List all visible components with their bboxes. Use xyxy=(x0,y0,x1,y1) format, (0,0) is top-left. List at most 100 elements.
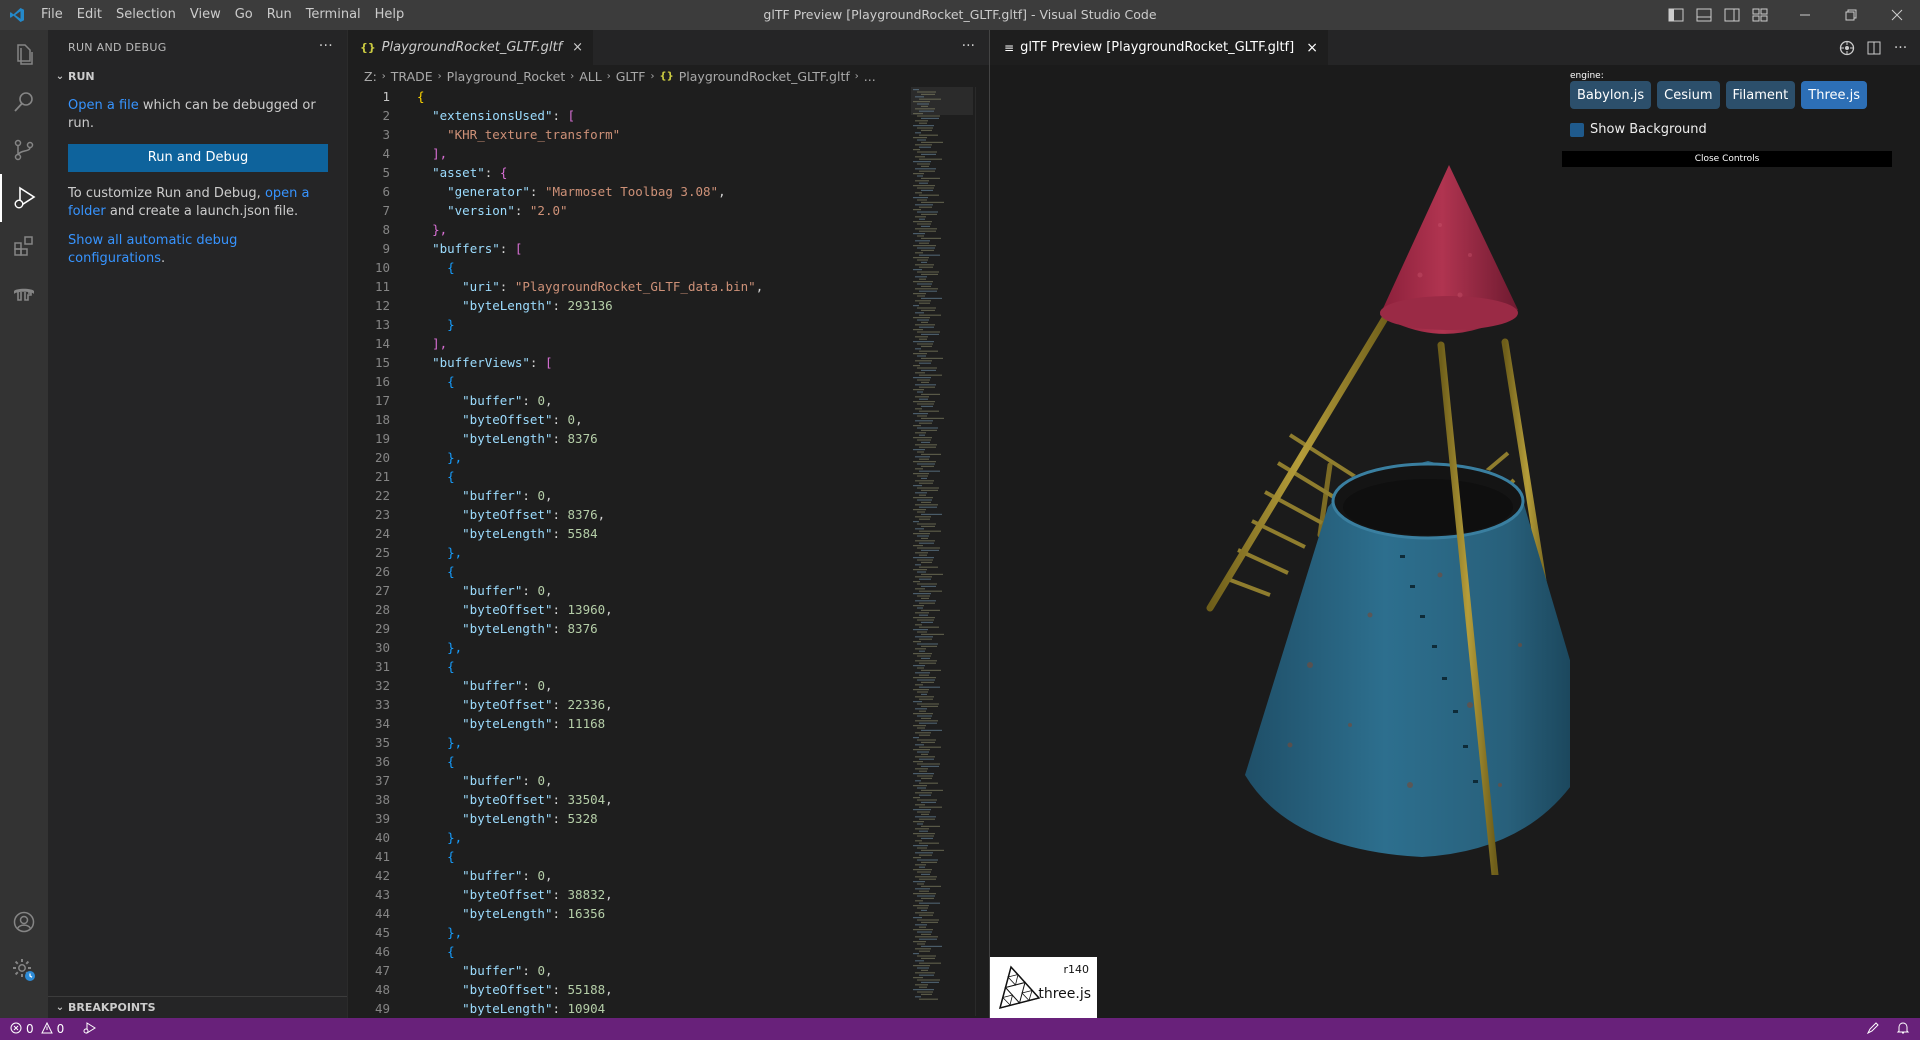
code-line[interactable]: 17 "buffer": 0, xyxy=(348,391,908,410)
code-line[interactable]: 12 "byteLength": 293136 xyxy=(348,296,908,315)
editor-more-icon[interactable]: ··· xyxy=(962,38,975,54)
code-line[interactable]: 18 "byteOffset": 0, xyxy=(348,410,908,429)
code-line[interactable]: 6 "generator": "Marmoset Toolbag 3.08", xyxy=(348,182,908,201)
debug-launch-icon[interactable] xyxy=(82,1021,97,1037)
run-section-header[interactable]: ⌄ RUN xyxy=(48,65,347,87)
minimap[interactable] xyxy=(911,87,981,1016)
code-editor[interactable]: 1{2 "extensionsUsed": [3 "KHR_texture_tr… xyxy=(348,87,908,1016)
code-line[interactable]: 14 ], xyxy=(348,334,908,353)
code-line[interactable]: 26 { xyxy=(348,562,908,581)
explorer-icon[interactable] xyxy=(0,30,48,78)
breadcrumb-item[interactable]: ALL xyxy=(579,69,601,84)
toggle-primary-sidebar-icon[interactable] xyxy=(1662,0,1690,30)
code-line[interactable]: 20 }, xyxy=(348,448,908,467)
code-line[interactable]: 38 "byteOffset": 33504, xyxy=(348,790,908,809)
code-line[interactable]: 15 "bufferViews": [ xyxy=(348,353,908,372)
code-line[interactable]: 44 "byteLength": 16356 xyxy=(348,904,908,923)
code-line[interactable]: 23 "byteOffset": 8376, xyxy=(348,505,908,524)
code-line[interactable]: 28 "byteOffset": 13960, xyxy=(348,600,908,619)
toggle-secondary-sidebar-icon[interactable] xyxy=(1718,0,1746,30)
source-control-icon[interactable] xyxy=(0,126,48,174)
problems-status[interactable]: 0 0 xyxy=(0,1021,97,1037)
code-line[interactable]: 36 { xyxy=(348,752,908,771)
menu-help[interactable]: Help xyxy=(368,0,412,30)
code-line[interactable]: 47 "buffer": 0, xyxy=(348,961,908,980)
breadcrumb-item[interactable]: Playground_Rocket xyxy=(447,69,566,84)
code-line[interactable]: 32 "buffer": 0, xyxy=(348,676,908,695)
show-background-toggle[interactable]: Show Background xyxy=(1570,122,1707,137)
code-line[interactable]: 4 ], xyxy=(348,144,908,163)
menu-run[interactable]: Run xyxy=(260,0,299,30)
menu-edit[interactable]: Edit xyxy=(70,0,109,30)
code-line[interactable]: 48 "byteOffset": 55188, xyxy=(348,980,908,999)
code-line[interactable]: 21 { xyxy=(348,467,908,486)
code-line[interactable]: 22 "buffer": 0, xyxy=(348,486,908,505)
code-line[interactable]: 31 { xyxy=(348,657,908,676)
editor-scrollbar[interactable] xyxy=(975,87,989,1016)
accounts-icon[interactable] xyxy=(0,898,48,946)
code-line[interactable]: 43 "byteOffset": 38832, xyxy=(348,885,908,904)
split-editor-icon[interactable] xyxy=(1860,40,1887,56)
tf-extension-icon[interactable] xyxy=(0,270,48,318)
code-line[interactable]: 13 } xyxy=(348,315,908,334)
search-icon[interactable] xyxy=(0,78,48,126)
menu-selection[interactable]: Selection xyxy=(109,0,183,30)
menu-terminal[interactable]: Terminal xyxy=(299,0,368,30)
breadcrumb-item[interactable]: ... xyxy=(864,69,876,84)
tab-gltf-preview[interactable]: ≡ glTF Preview [PlaygroundRocket_GLTF.gl… xyxy=(990,30,1328,65)
manage-gear-icon[interactable] xyxy=(0,946,48,994)
code-line[interactable]: 45 }, xyxy=(348,923,908,942)
minimize-icon[interactable] xyxy=(1782,0,1828,30)
run-and-debug-icon[interactable] xyxy=(0,174,48,222)
menu-go[interactable]: Go xyxy=(228,0,260,30)
code-line[interactable]: 25 }, xyxy=(348,543,908,562)
engine-filament-button[interactable]: Filament xyxy=(1725,81,1796,109)
tab-gltf-file[interactable]: {} PlaygroundRocket_GLTF.gltf × xyxy=(348,30,594,65)
code-line[interactable]: 30 }, xyxy=(348,638,908,657)
sidebar-more-icon[interactable]: ··· xyxy=(319,38,333,54)
breadcrumb-item[interactable]: PlaygroundRocket_GLTF.gltf xyxy=(679,69,850,84)
code-line[interactable]: 16 { xyxy=(348,372,908,391)
code-line[interactable]: 8 }, xyxy=(348,220,908,239)
3d-viewport[interactable]: engine: Babylon.js Cesium Filament Three… xyxy=(990,65,1920,1018)
breadcrumb-item[interactable]: Z: xyxy=(364,69,377,84)
preview-more-icon[interactable]: ··· xyxy=(1887,40,1914,56)
code-line[interactable]: 46 { xyxy=(348,942,908,961)
customize-layout-icon[interactable] xyxy=(1746,0,1774,30)
code-line[interactable]: 39 "byteLength": 5328 xyxy=(348,809,908,828)
code-line[interactable]: 49 "byteLength": 10904 xyxy=(348,999,908,1016)
code-line[interactable]: 19 "byteLength": 8376 xyxy=(348,429,908,448)
code-line[interactable]: 33 "byteOffset": 22336, xyxy=(348,695,908,714)
gltf-inspect-icon[interactable] xyxy=(1833,40,1860,56)
restore-icon[interactable] xyxy=(1828,0,1874,30)
code-line[interactable]: 27 "buffer": 0, xyxy=(348,581,908,600)
menu-file[interactable]: File xyxy=(34,0,70,30)
engine-threejs-button[interactable]: Three.js xyxy=(1801,81,1868,109)
code-line[interactable]: 35 }, xyxy=(348,733,908,752)
menu-view[interactable]: View xyxy=(183,0,228,30)
code-line[interactable]: 40 }, xyxy=(348,828,908,847)
code-line[interactable]: 10 { xyxy=(348,258,908,277)
engine-cesium-button[interactable]: Cesium xyxy=(1657,81,1720,109)
open-file-link[interactable]: Open a file xyxy=(68,98,139,113)
code-line[interactable]: 42 "buffer": 0, xyxy=(348,866,908,885)
breadcrumb-item[interactable]: TRADE xyxy=(391,69,433,84)
code-line[interactable]: 1{ xyxy=(348,87,908,106)
breakpoints-section-header[interactable]: ⌄ BREAKPOINTS xyxy=(48,996,347,1018)
code-line[interactable]: 3 "KHR_texture_transform" xyxy=(348,125,908,144)
code-line[interactable]: 7 "version": "2.0" xyxy=(348,201,908,220)
close-tab-icon[interactable]: × xyxy=(1306,40,1318,56)
code-line[interactable]: 2 "extensionsUsed": [ xyxy=(348,106,908,125)
code-line[interactable]: 11 "uri": "PlaygroundRocket_GLTF_data.bi… xyxy=(348,277,908,296)
code-line[interactable]: 34 "byteLength": 11168 xyxy=(348,714,908,733)
toggle-panel-icon[interactable] xyxy=(1690,0,1718,30)
breadcrumb-item[interactable]: GLTF xyxy=(616,69,646,84)
extensions-icon[interactable] xyxy=(0,222,48,270)
run-and-debug-button[interactable]: Run and Debug xyxy=(68,144,328,172)
show-background-checkbox[interactable] xyxy=(1570,122,1584,137)
code-line[interactable]: 24 "byteLength": 5584 xyxy=(348,524,908,543)
feedback-icon[interactable] xyxy=(1866,1021,1880,1038)
close-window-icon[interactable] xyxy=(1874,0,1920,30)
code-line[interactable]: 5 "asset": { xyxy=(348,163,908,182)
code-line[interactable]: 29 "byteLength": 8376 xyxy=(348,619,908,638)
